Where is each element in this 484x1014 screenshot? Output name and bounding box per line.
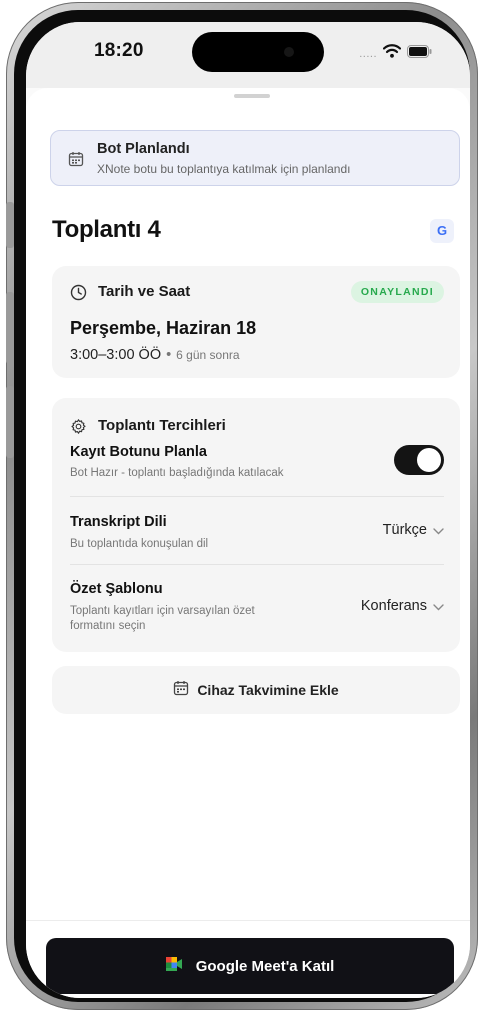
relative-time: 6 gün sonra (176, 348, 240, 362)
preferences-heading: Toplantı Tercihleri (98, 417, 226, 434)
transcript-language-subtitle: Bu toplantıda konuşulan dil (70, 538, 209, 550)
meeting-detail-sheet: Bot Planlandı XNote botu bu toplantıya k… (26, 88, 470, 998)
camera-lens (284, 47, 294, 57)
calendar-icon (68, 151, 84, 172)
meeting-time-range: 3:00–3:00 ÖÖ (70, 347, 162, 363)
transcript-language-select[interactable]: Türkçe (383, 522, 444, 538)
datetime-heading: Tarih ve Saat (98, 283, 191, 300)
divider (70, 564, 444, 565)
separator-dot: • (166, 347, 172, 363)
summary-template-select[interactable]: Konferans (361, 598, 444, 614)
sheet-grabber[interactable] (234, 94, 270, 98)
google-meet-icon (165, 956, 182, 976)
meeting-title: Toplantı 4 (52, 216, 161, 243)
gear-icon (70, 418, 87, 440)
google-calendar-badge: G (430, 219, 454, 243)
battery-icon (407, 44, 432, 63)
transcript-language-value: Türkçe (382, 522, 427, 538)
phone-frame: 18:20 ..... Bot Planlandı XNote botu bu … (6, 2, 478, 1010)
meeting-time-row: 3:00–3:00 ÖÖ • 6 gün sonra (70, 347, 240, 363)
clock-icon (70, 284, 87, 306)
transcript-language-title: Transkript Dili (70, 514, 167, 530)
chevron-down-icon (433, 599, 444, 614)
summary-template-subtitle-line1: Toplantı kayıtları için varsayılan özet (70, 605, 255, 617)
dynamic-island (192, 32, 324, 72)
screen: 18:20 ..... Bot Planlandı XNote botu bu … (26, 22, 470, 998)
status-time: 18:20 (94, 40, 144, 61)
record-bot-subtitle: Bot Hazır - toplantı başladığında katıla… (70, 467, 284, 479)
footer-divider (26, 920, 470, 921)
status-icons: ..... (359, 44, 432, 63)
join-google-meet-label: Google Meet'a Katıl (195, 957, 335, 975)
status-bar: 18:20 ..... (26, 22, 470, 88)
summary-template-subtitle-line2: formatını seçin (70, 620, 146, 632)
summary-template-title: Özet Şablonu (70, 581, 163, 597)
toggle-knob (417, 448, 441, 472)
wifi-icon (382, 44, 402, 63)
volume-up-button (6, 292, 14, 364)
chevron-down-icon (433, 523, 444, 538)
confirmed-badge: ONAYLANDI (350, 281, 444, 303)
divider (70, 496, 444, 497)
record-bot-title: Kayıt Botunu Planla (70, 444, 207, 460)
signal-dots: ..... (359, 47, 377, 60)
join-google-meet-button[interactable]: Google Meet'a Katıl (46, 938, 454, 994)
add-to-calendar-label: Cihaz Takvimine Ekle (197, 682, 339, 698)
add-to-calendar-button[interactable]: Cihaz Takvimine Ekle (52, 666, 460, 714)
summary-template-value: Konferans (360, 598, 427, 614)
datetime-card: Tarih ve Saat ONAYLANDI Perşembe, Hazira… (52, 266, 460, 378)
calendar-icon (173, 680, 189, 701)
banner-title: Bot Planlandı (97, 141, 190, 157)
bot-scheduled-banner: Bot Planlandı XNote botu bu toplantıya k… (50, 130, 460, 186)
banner-subtitle: XNote botu bu toplantıya katılmak için p… (97, 162, 351, 176)
meeting-date: Perşembe, Haziran 18 (70, 318, 257, 338)
volume-down-button (6, 386, 14, 458)
record-bot-toggle[interactable] (394, 445, 444, 475)
preferences-card: Toplantı Tercihleri Kayıt Botunu Planla … (52, 398, 460, 652)
silent-switch (6, 202, 14, 248)
